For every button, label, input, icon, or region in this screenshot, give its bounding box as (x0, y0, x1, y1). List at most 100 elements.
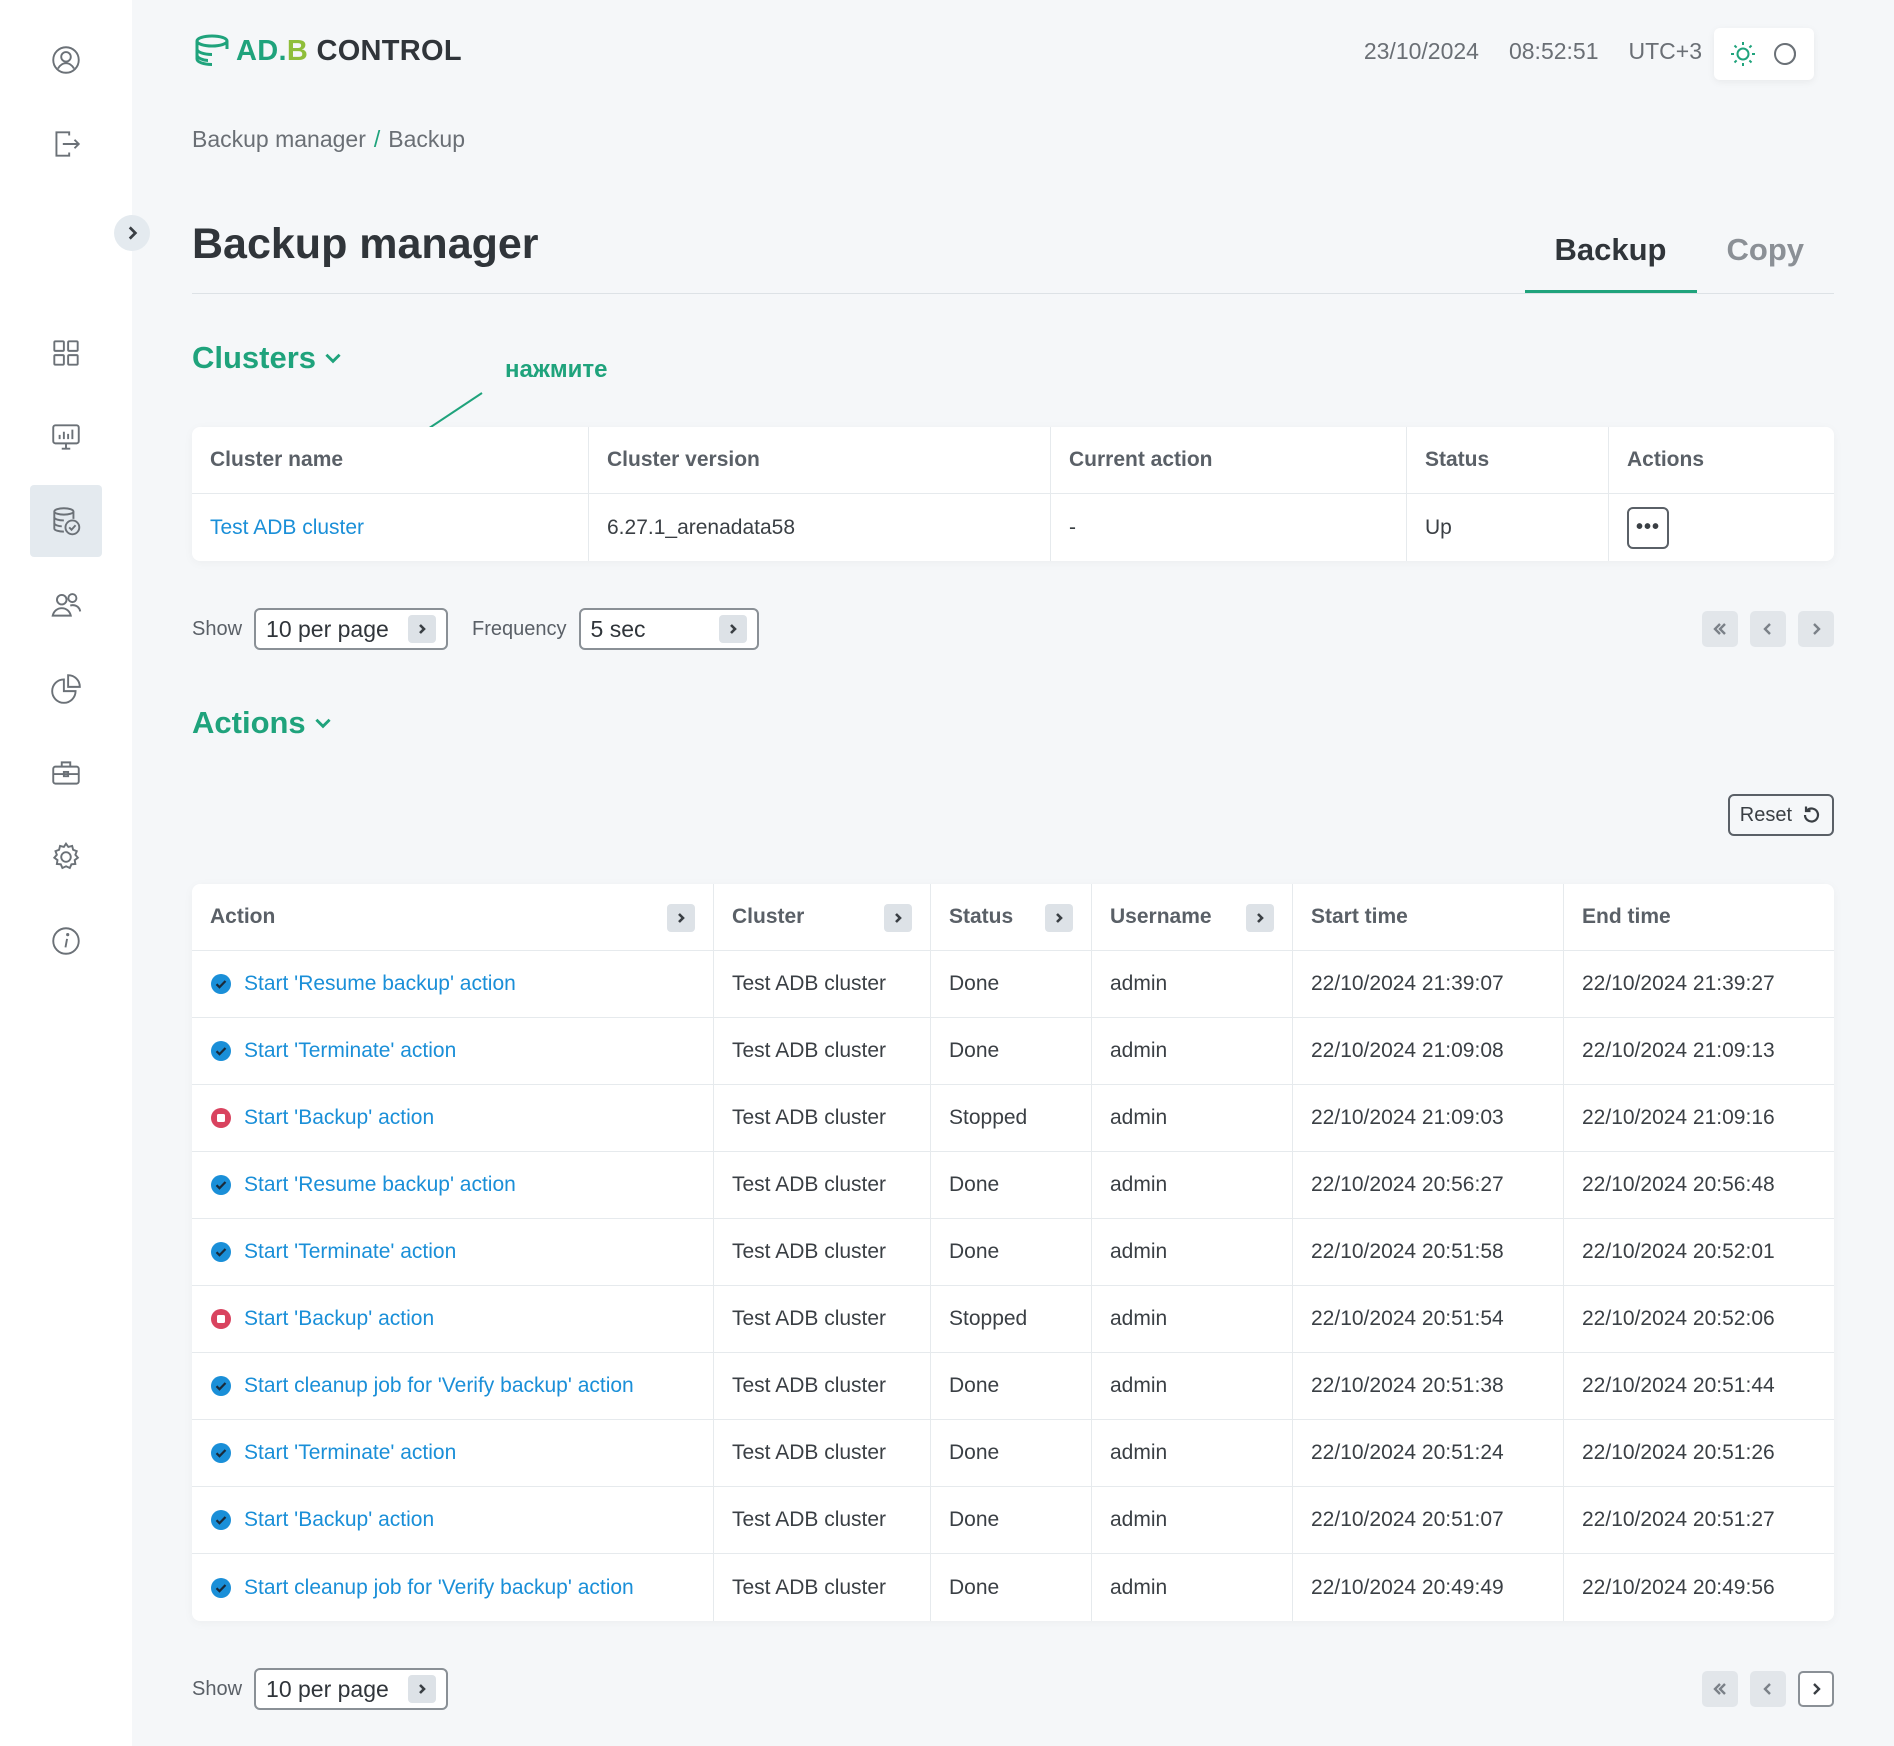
backup-icon[interactable] (30, 485, 102, 557)
show-label: Show (192, 1677, 243, 1700)
action-link[interactable]: Start 'Backup' action (244, 1508, 434, 1532)
column-header-label: Status (949, 905, 1014, 928)
logout-icon[interactable] (30, 108, 102, 180)
cluster-version: 6.27.1_arenadata58 (589, 494, 1051, 561)
action-end-time: 22/10/2024 20:56:48 (1582, 1173, 1775, 1196)
action-cluster: Test ADB cluster (714, 1554, 931, 1621)
tab-backup[interactable]: Backup (1524, 220, 1697, 293)
action-end-time: 22/10/2024 20:52:01 (1582, 1240, 1775, 1263)
double-chevron-left-icon (1713, 1683, 1726, 1695)
moon-icon[interactable] (1771, 40, 1799, 68)
action-link[interactable]: Start cleanup job for 'Verify backup' ac… (244, 1374, 634, 1398)
monitoring-icon[interactable] (30, 401, 102, 473)
sun-icon[interactable] (1729, 40, 1757, 68)
action-end-time: 22/10/2024 20:51:26 (1582, 1441, 1775, 1464)
action-start-time: 22/10/2024 20:51:24 (1293, 1420, 1564, 1486)
action-status: Done (931, 1152, 1092, 1218)
first-page-button[interactable] (1702, 1671, 1738, 1707)
done-status-icon (211, 974, 231, 994)
action-end-time: 22/10/2024 20:49:56 (1582, 1575, 1775, 1599)
cluster-actions-button[interactable]: ••• (1627, 506, 1669, 549)
reports-icon[interactable] (30, 653, 102, 725)
action-end-time: 22/10/2024 20:51:27 (1582, 1508, 1775, 1531)
cluster-name-link[interactable]: Test ADB cluster (210, 516, 364, 540)
stopped-status-icon (211, 1309, 231, 1329)
action-cluster: Test ADB cluster (714, 1420, 931, 1486)
dashboard-icon[interactable] (30, 317, 102, 389)
more-icon: ••• (1635, 516, 1660, 538)
table-row: Start 'Terminate' action Test ADB cluster… (192, 1420, 1834, 1487)
done-status-icon (211, 1242, 231, 1262)
action-link[interactable]: Start 'Terminate' action (244, 1441, 456, 1465)
datetime-info: 23/10/2024 08:52:51 UTC+3 (1364, 38, 1702, 65)
per-page-select[interactable]: 10 per page (254, 1668, 449, 1710)
column-sort-button[interactable] (667, 904, 695, 932)
per-page-select[interactable]: 10 per page (254, 608, 449, 650)
next-page-button[interactable] (1798, 611, 1834, 647)
column-sort-button[interactable] (884, 904, 912, 932)
chevron-right-icon (419, 624, 426, 634)
chevron-right-icon (1813, 623, 1821, 635)
action-link[interactable]: Start 'Resume backup' action (244, 972, 516, 996)
main-content: AD.B CONTROL 23/10/2024 08:52:51 UTC+3 B… (192, 0, 1834, 1746)
action-link[interactable]: Start cleanup job for 'Verify backup' ac… (244, 1576, 634, 1600)
table-row: Start 'Backup' action Test ADB cluster Don… (192, 1487, 1834, 1554)
prev-page-button[interactable] (1750, 611, 1786, 647)
done-status-icon (211, 1443, 231, 1463)
divider (192, 293, 1834, 294)
users-icon[interactable] (30, 569, 102, 641)
action-username: admin (1092, 1487, 1293, 1553)
table-header-row: Action Cluster Status Username Start tim… (192, 884, 1834, 951)
settings-icon[interactable] (30, 821, 102, 893)
first-page-button[interactable] (1702, 611, 1738, 647)
column-sort-button[interactable] (1045, 904, 1073, 932)
next-page-button[interactable] (1798, 1671, 1834, 1707)
action-status: Stopped (931, 1085, 1092, 1151)
table-row: Start 'Backup' action Test ADB cluster Sto… (192, 1085, 1834, 1152)
action-link[interactable]: Start 'Backup' action (244, 1106, 434, 1130)
clusters-title: Clusters (192, 340, 317, 375)
actions-pagination-controls: Show 10 per page (192, 1668, 449, 1710)
per-page-value: 10 per page (266, 615, 389, 642)
frequency-value: 5 sec (590, 615, 646, 642)
table-row: Start cleanup job for 'Verify backup' ac… (192, 1554, 1834, 1621)
action-link[interactable]: Start 'Resume backup' action (244, 1173, 516, 1197)
action-link[interactable]: Start 'Terminate' action (244, 1039, 456, 1063)
sidebar-expand-button[interactable] (114, 215, 150, 251)
prev-page-button[interactable] (1750, 1671, 1786, 1707)
tab-copy[interactable]: Copy (1697, 220, 1835, 293)
clusters-section-toggle[interactable]: Clusters (192, 340, 344, 376)
action-status: Done (931, 1487, 1092, 1553)
clusters-pagination-controls: Show 10 per page Frequency 5 sec (192, 608, 759, 650)
action-cluster: Test ADB cluster (714, 1152, 931, 1218)
column-header-status: Status (931, 884, 1092, 950)
info-icon[interactable] (30, 905, 102, 977)
column-header-action: Action (192, 884, 714, 950)
timezone: UTC+3 (1628, 38, 1703, 64)
tools-icon[interactable] (30, 737, 102, 809)
user-icon[interactable] (30, 24, 102, 96)
actions-section-toggle[interactable]: Actions (192, 705, 334, 741)
reset-button[interactable]: Reset (1727, 794, 1834, 836)
action-link[interactable]: Start 'Terminate' action (244, 1240, 456, 1264)
frequency-select[interactable]: 5 sec (578, 608, 759, 650)
stopped-status-icon (211, 1108, 231, 1128)
chevron-right-icon (1056, 913, 1063, 923)
action-link[interactable]: Start 'Backup' action (244, 1307, 434, 1331)
action-end-time: 22/10/2024 20:52:06 (1582, 1307, 1775, 1330)
column-header: Actions (1627, 448, 1705, 471)
action-username: admin (1092, 1420, 1293, 1486)
action-status: Stopped (931, 1286, 1092, 1352)
done-status-icon (211, 1041, 231, 1061)
action-status: Done (931, 1554, 1092, 1621)
action-cluster: Test ADB cluster (714, 1286, 931, 1352)
table-row: Start cleanup job for 'Verify backup' ac… (192, 1353, 1834, 1420)
column-header: Current action (1051, 427, 1407, 493)
table-header-row: Cluster name Cluster version Current act… (192, 427, 1834, 494)
action-end-time: 22/10/2024 21:09:16 (1582, 1106, 1775, 1129)
annotation-arrow (323, 392, 483, 499)
chevron-left-icon (1763, 1683, 1771, 1695)
action-username: admin (1092, 1152, 1293, 1218)
column-sort-button[interactable] (1246, 904, 1274, 932)
action-username: admin (1092, 1018, 1293, 1084)
